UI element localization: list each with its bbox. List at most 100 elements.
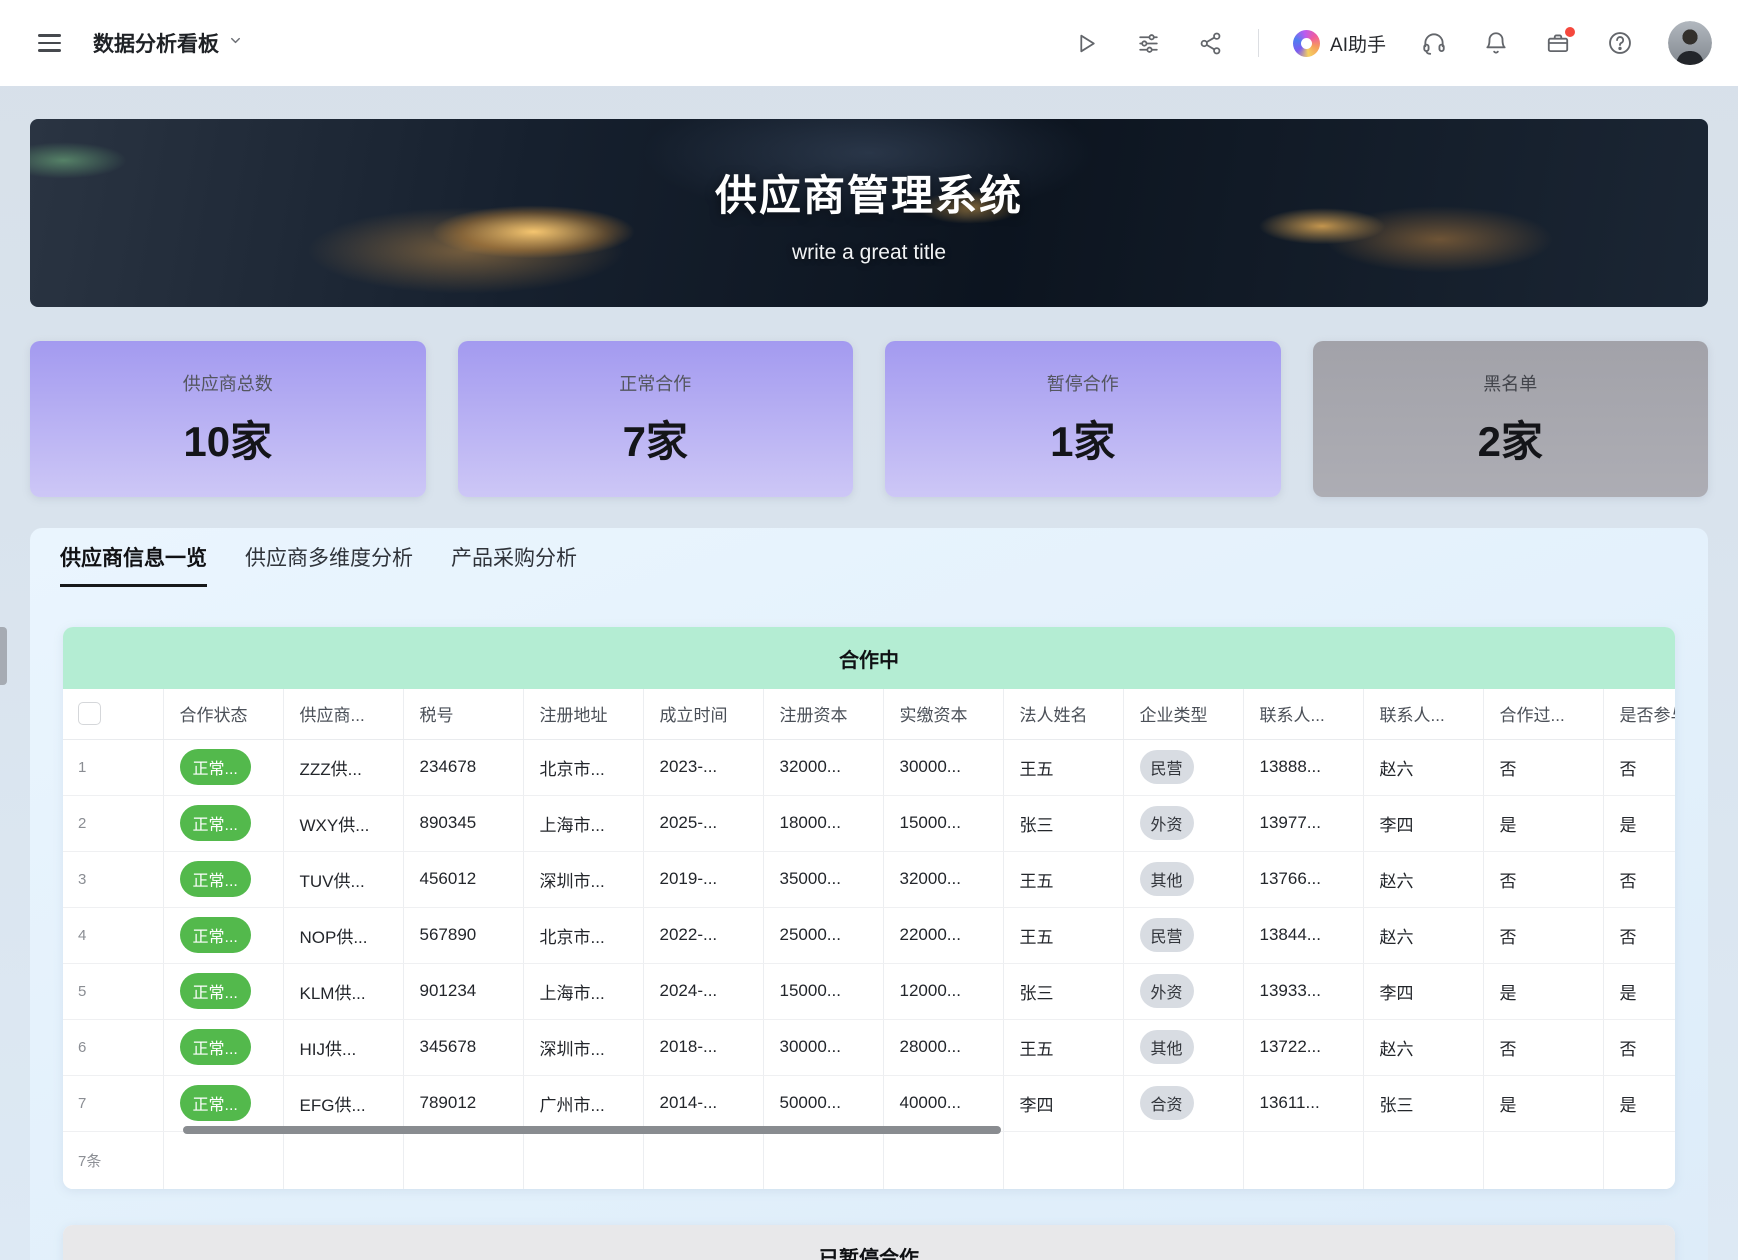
cell-tax-id: 567890 — [403, 907, 523, 963]
table-row[interactable]: 5 正常... KLM供... 901234 上海市... 2024-... 1… — [63, 963, 1675, 1019]
cell-founded: 2018-... — [643, 1019, 763, 1075]
cell-supplier: HIJ供... — [283, 1019, 403, 1075]
avatar[interactable] — [1668, 21, 1712, 65]
status-badge: 正常... — [180, 749, 251, 785]
row-number: 4 — [78, 927, 86, 944]
col-header-status: 合作状态 — [163, 689, 283, 739]
cell-cooperated: 是 — [1483, 1075, 1603, 1131]
cell-address: 深圳市... — [523, 851, 643, 907]
tab-bar: 供应商信息一览 供应商多维度分析 产品采购分析 — [60, 542, 1708, 587]
type-badge: 外资 — [1140, 806, 1194, 840]
row-number: 6 — [78, 1039, 86, 1056]
cell-registered-capital: 50000... — [763, 1075, 883, 1131]
cell-cooperated: 是 — [1483, 963, 1603, 1019]
cell-cooperated: 否 — [1483, 1019, 1603, 1075]
play-icon[interactable] — [1072, 29, 1100, 57]
table-row[interactable]: 6 正常... HIJ供... 345678 深圳市... 2018-... 3… — [63, 1019, 1675, 1075]
type-badge: 其他 — [1140, 1030, 1194, 1064]
topbar: 数据分析看板 AI助手 — [0, 0, 1738, 86]
col-header-contact-phone: 联系人... — [1243, 689, 1363, 739]
type-badge: 民营 — [1140, 750, 1194, 784]
cell-contact-name: 李四 — [1363, 795, 1483, 851]
cell-paid-capital: 12000... — [883, 963, 1003, 1019]
col-header-cooperated: 合作过... — [1483, 689, 1603, 739]
dashboard-title-dropdown[interactable]: 数据分析看板 — [93, 28, 243, 58]
status-badge: 正常... — [180, 917, 251, 953]
cell-contact-name: 赵六 — [1363, 1019, 1483, 1075]
dashboard-page: 数据分析看板 AI助手 — [0, 0, 1738, 1260]
cell-address: 上海市... — [523, 963, 643, 1019]
table-row[interactable]: 3 正常... TUV供... 456012 深圳市... 2019-... 3… — [63, 851, 1675, 907]
ai-logo-icon — [1293, 30, 1320, 57]
stat-value: 1家 — [1050, 408, 1115, 469]
tab-multidimensional-analysis[interactable]: 供应商多维度分析 — [245, 542, 413, 587]
cell-supplier: ZZZ供... — [283, 739, 403, 795]
table-row[interactable]: 7 正常... EFG供... 789012 广州市... 2014-... 5… — [63, 1075, 1675, 1131]
cell-contact-phone: 13722... — [1243, 1019, 1363, 1075]
tab-procurement-analysis[interactable]: 产品采购分析 — [451, 542, 577, 587]
cell-founded: 2023-... — [643, 739, 763, 795]
cell-participated: 否 — [1603, 851, 1675, 907]
cell-legal-person: 王五 — [1003, 1019, 1123, 1075]
stat-label: 黑名单 — [1483, 370, 1537, 396]
table-row[interactable]: 1 正常... ZZZ供... 234678 北京市... 2023-... 3… — [63, 739, 1675, 795]
cell-contact-phone: 13611... — [1243, 1075, 1363, 1131]
cell-registered-capital: 30000... — [763, 1019, 883, 1075]
cell-founded: 2024-... — [643, 963, 763, 1019]
col-header-address: 注册地址 — [523, 689, 643, 739]
cell-cooperated: 是 — [1483, 795, 1603, 851]
cell-paid-capital: 28000... — [883, 1019, 1003, 1075]
sliders-icon[interactable] — [1134, 29, 1162, 57]
table-row[interactable]: 2 正常... WXY供... 890345 上海市... 2025-... 1… — [63, 795, 1675, 851]
col-header-legal-person: 法人姓名 — [1003, 689, 1123, 739]
tab-supplier-info[interactable]: 供应商信息一览 — [60, 542, 207, 587]
stat-card-total-suppliers[interactable]: 供应商总数 10家 — [30, 341, 426, 497]
row-number: 1 — [78, 759, 86, 776]
stat-label: 正常合作 — [619, 370, 691, 396]
stat-value: 7家 — [623, 408, 688, 469]
col-header-tax-id: 税号 — [403, 689, 523, 739]
cell-cooperated: 否 — [1483, 739, 1603, 795]
supplier-table: 合作状态 供应商... 税号 注册地址 成立时间 注册资本 实缴资本 法人姓名 … — [63, 689, 1675, 1189]
help-icon[interactable] — [1606, 29, 1634, 57]
horizontal-scrollbar[interactable] — [183, 1126, 1001, 1134]
cell-registered-capital: 32000... — [763, 739, 883, 795]
col-header-registered-capital: 注册资本 — [763, 689, 883, 739]
col-header-participated: 是否参与 — [1603, 689, 1675, 739]
cell-contact-name: 张三 — [1363, 1075, 1483, 1131]
section-header-cooperating: 合作中 — [63, 627, 1675, 689]
cell-tax-id: 234678 — [403, 739, 523, 795]
menu-icon[interactable] — [34, 30, 65, 56]
hero-subtitle: write a great title — [792, 241, 946, 265]
cell-address: 北京市... — [523, 907, 643, 963]
cell-registered-capital: 25000... — [763, 907, 883, 963]
cell-supplier: TUV供... — [283, 851, 403, 907]
select-all-checkbox[interactable] — [78, 702, 101, 725]
cell-participated: 否 — [1603, 1019, 1675, 1075]
cell-paid-capital: 40000... — [883, 1075, 1003, 1131]
cell-cooperated: 否 — [1483, 851, 1603, 907]
bell-icon[interactable] — [1482, 29, 1510, 57]
cell-contact-phone: 13844... — [1243, 907, 1363, 963]
stat-card-normal-cooperation[interactable]: 正常合作 7家 — [458, 341, 854, 497]
cell-tax-id: 901234 — [403, 963, 523, 1019]
stat-card-blacklist[interactable]: 黑名单 2家 — [1313, 341, 1709, 497]
ai-assistant-label: AI助手 — [1330, 30, 1386, 57]
share-icon[interactable] — [1196, 29, 1224, 57]
hero-title: 供应商管理系统 — [715, 162, 1023, 223]
stat-label: 暂停合作 — [1047, 370, 1119, 396]
cooperating-table-card: 合作中 合作状态 供应商... 税号 — [63, 627, 1675, 1189]
cell-legal-person: 李四 — [1003, 1075, 1123, 1131]
row-count: 7条 — [63, 1131, 163, 1189]
cell-cooperated: 否 — [1483, 907, 1603, 963]
vertical-scrollbar[interactable] — [0, 627, 7, 685]
stat-value: 2家 — [1478, 408, 1543, 469]
hero-banner: 供应商管理系统 write a great title — [30, 119, 1708, 307]
headset-icon[interactable] — [1420, 29, 1448, 57]
table-row[interactable]: 4 正常... NOP供... 567890 北京市... 2022-... 2… — [63, 907, 1675, 963]
cell-participated: 否 — [1603, 907, 1675, 963]
briefcase-icon[interactable] — [1544, 29, 1572, 57]
type-badge: 合资 — [1140, 1086, 1194, 1120]
stat-card-paused-cooperation[interactable]: 暂停合作 1家 — [885, 341, 1281, 497]
ai-assistant-button[interactable]: AI助手 — [1293, 30, 1386, 57]
